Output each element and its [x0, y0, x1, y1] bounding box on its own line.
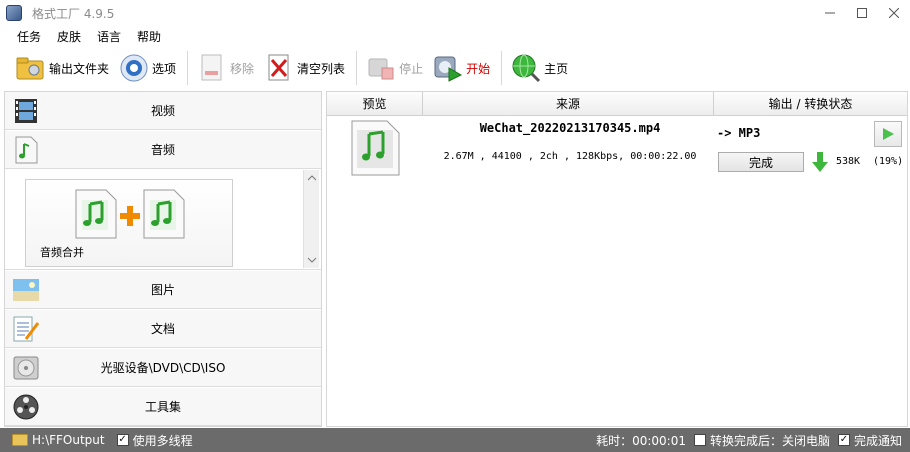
start-label: 开始 — [466, 61, 491, 76]
gear-icon — [119, 53, 149, 83]
function-scrollbar[interactable] — [303, 170, 319, 268]
music-note-icon — [11, 135, 41, 165]
shutdown-checkbox[interactable] — [693, 434, 706, 446]
audio-merge-icon — [75, 189, 185, 239]
category-video-label: 视频 — [150, 104, 175, 118]
disc-drive-icon — [11, 353, 41, 383]
output-size: 538K — [836, 156, 861, 167]
audio-function-area: 音频合并 — [5, 170, 321, 270]
toolbar-separator — [356, 51, 358, 85]
stop-button[interactable]: 停止 — [362, 50, 427, 86]
maximize-button[interactable] — [846, 0, 878, 26]
film-icon — [11, 96, 41, 126]
play-icon — [883, 128, 894, 140]
menu-bar: 任务 皮肤 语言 帮助 — [0, 26, 910, 46]
minimize-icon — [825, 12, 835, 14]
stop-label: 停止 — [399, 61, 424, 76]
globe-search-icon — [511, 53, 541, 83]
output-format: -> MP3 — [717, 126, 761, 140]
window-controls — [814, 0, 910, 26]
output-folder-label: 输出文件夹 — [49, 61, 110, 76]
clear-list-button[interactable]: 清空列表 — [260, 50, 349, 86]
maximize-icon — [857, 8, 867, 18]
notify-checkbox[interactable]: ✓ — [837, 434, 850, 446]
app-icon — [6, 5, 22, 21]
category-panel: 视频 音频 音频合并 图片 文档 光驱设备\DVD\CD\ISO 工具集 — [4, 91, 322, 427]
category-rom-device[interactable]: 光驱设备\DVD\CD\ISO — [5, 349, 321, 387]
picture-icon — [11, 275, 41, 305]
scroll-up-icon[interactable] — [304, 170, 320, 186]
start-icon — [433, 53, 463, 83]
category-document[interactable]: 文档 — [5, 310, 321, 348]
status-bar: H:\FFOutput ✓ 使用多线程 耗时：00:00:01 转换完成后：关闭… — [0, 428, 910, 452]
category-toolbox-label: 工具集 — [144, 400, 181, 414]
category-document-label: 文档 — [150, 322, 175, 336]
notify-label: 完成通知 — [853, 433, 902, 448]
remove-label: 移除 — [230, 61, 255, 76]
size-down-arrow-icon — [812, 151, 828, 173]
menu-language[interactable]: 语言 — [94, 28, 124, 45]
column-header-preview[interactable]: 预览 — [327, 92, 423, 116]
toolbar-separator — [187, 51, 189, 85]
home-label: 主页 — [544, 61, 569, 76]
shutdown-label: 转换完成后：关闭电脑 — [709, 433, 830, 448]
multithread-checkbox[interactable]: ✓ — [116, 434, 129, 446]
output-folder-icon[interactable] — [12, 434, 28, 446]
audio-merge-tile[interactable]: 音频合并 — [25, 179, 233, 267]
elapsed-time: 耗时：00:00:01 — [596, 433, 686, 448]
menu-skin[interactable]: 皮肤 — [54, 28, 84, 45]
toolbar: 输出文件夹 选项 移除 清空列表 停止 开始 主页 — [0, 46, 910, 90]
output-folder-button[interactable]: 输出文件夹 — [12, 50, 113, 86]
source-file-info: 2.67M , 44100 , 2ch , 128Kbps, 00:00:22.… — [443, 151, 697, 162]
category-toolbox[interactable]: 工具集 — [5, 388, 321, 426]
options-button[interactable]: 选项 — [115, 50, 180, 86]
task-row[interactable]: WeChat_20220213170345.mp4 2.67M , 44100 … — [327, 117, 907, 181]
play-output-button[interactable] — [874, 121, 902, 147]
close-button[interactable] — [878, 0, 910, 26]
minimize-button[interactable] — [814, 0, 846, 26]
column-header-output-status[interactable]: 输出 / 转换状态 — [714, 92, 907, 116]
folder-icon — [16, 53, 46, 83]
document-icon — [11, 314, 41, 344]
category-video[interactable]: 视频 — [5, 92, 321, 130]
output-path[interactable]: H:\FFOutput — [32, 433, 105, 447]
audio-file-thumbnail — [351, 120, 401, 176]
menu-task[interactable]: 任务 — [14, 28, 44, 45]
remove-icon — [197, 53, 227, 83]
scroll-down-icon[interactable] — [304, 252, 320, 268]
close-icon — [889, 8, 899, 18]
clear-list-icon — [264, 53, 294, 83]
home-button[interactable]: 主页 — [507, 50, 572, 86]
stop-icon — [366, 53, 396, 83]
audio-merge-label: 音频合并 — [40, 246, 84, 259]
menu-help[interactable]: 帮助 — [134, 28, 164, 45]
window-title: 格式工厂 4.9.5 — [32, 6, 115, 21]
title-bar: 格式工厂 4.9.5 — [0, 0, 910, 26]
category-rom-device-label: 光驱设备\DVD\CD\ISO — [100, 361, 226, 375]
task-list-panel: 预览 来源 输出 / 转换状态 WeChat_20220213170345.mp… — [326, 91, 908, 427]
options-label: 选项 — [152, 61, 177, 76]
category-audio-label: 音频 — [150, 143, 175, 157]
toolbar-separator — [501, 51, 503, 85]
category-picture-label: 图片 — [150, 283, 175, 297]
status-bar-right: 耗时：00:00:01 转换完成后：关闭电脑 ✓ 完成通知 — [596, 428, 902, 452]
category-picture[interactable]: 图片 — [5, 271, 321, 309]
status-done-button[interactable]: 完成 — [718, 152, 804, 172]
source-filename: WeChat_20220213170345.mp4 — [479, 121, 661, 135]
remove-button[interactable]: 移除 — [193, 50, 258, 86]
output-percent: (19%) — [873, 156, 904, 167]
multithread-label: 使用多线程 — [132, 433, 193, 448]
toolbox-reel-icon — [11, 392, 41, 422]
category-audio[interactable]: 音频 — [5, 131, 321, 169]
start-button[interactable]: 开始 — [429, 50, 494, 86]
column-header-source[interactable]: 来源 — [423, 92, 714, 116]
clear-list-label: 清空列表 — [297, 61, 346, 76]
